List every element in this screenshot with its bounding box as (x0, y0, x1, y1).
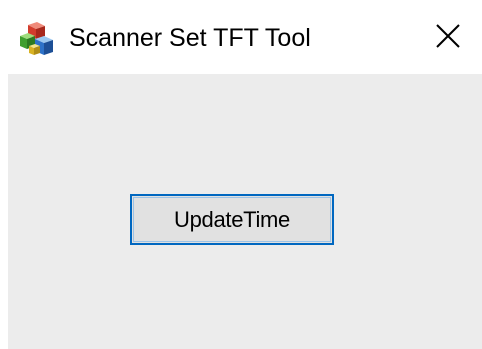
window-title: Scanner Set TFT Tool (69, 24, 311, 52)
close-icon (434, 22, 462, 55)
update-time-button-label: UpdateTime (173, 206, 290, 232)
close-button[interactable] (414, 8, 482, 68)
title-bar[interactable]: Scanner Set TFT Tool (0, 0, 482, 74)
app-cubes-icon (18, 22, 56, 58)
form-client-area: UpdateTime (8, 74, 482, 349)
app-window: Scanner Set TFT Tool UpdateTime (0, 0, 482, 349)
update-time-button[interactable]: UpdateTime (130, 194, 334, 245)
